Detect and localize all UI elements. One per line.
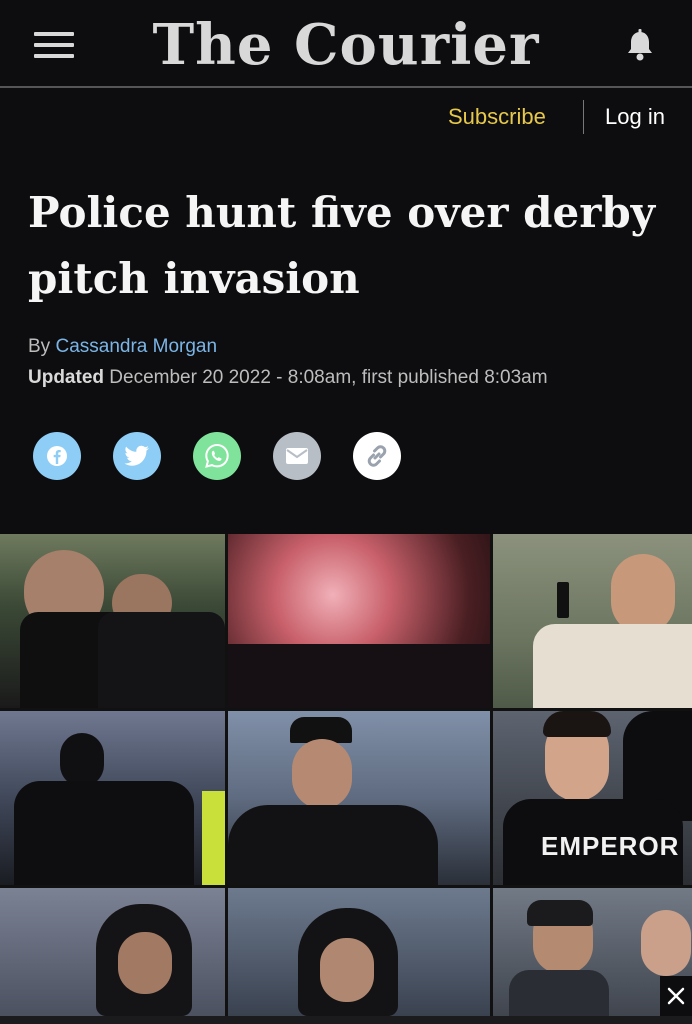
photo-tile xyxy=(228,888,490,1016)
byline-prefix: By xyxy=(28,336,51,357)
photo-tile xyxy=(493,534,692,708)
photo-tile xyxy=(0,534,225,708)
facebook-icon xyxy=(47,446,67,466)
share-twitter-button[interactable] xyxy=(113,432,161,480)
subscribe-link[interactable]: Subscribe xyxy=(448,104,546,130)
copy-link-button[interactable] xyxy=(353,432,401,480)
photo-tile xyxy=(228,711,490,885)
updated-text: December 20 2022 - 8:08am, first publish… xyxy=(109,367,548,388)
photo-tile xyxy=(0,888,225,1016)
byline: By Cassandra Morgan xyxy=(28,336,217,358)
article-headline: Police hunt five over derby pitch invasi… xyxy=(28,188,656,303)
whatsapp-icon xyxy=(205,443,229,468)
account-row: Subscribe Log in xyxy=(0,100,692,136)
login-link[interactable]: Log in xyxy=(605,104,665,130)
photo-tile: EMPEROR xyxy=(493,711,692,885)
updated-label: Updated xyxy=(28,367,104,388)
timestamp: Updated December 20 2022 - 8:08am, first… xyxy=(28,367,548,389)
close-icon[interactable] xyxy=(660,976,692,1016)
shirt-text: EMPEROR xyxy=(541,831,680,861)
twitter-icon xyxy=(124,445,149,466)
bottom-bar xyxy=(0,1016,692,1024)
hero-image-collage[interactable]: EMPEROR xyxy=(0,534,692,1016)
photo-tile xyxy=(228,534,490,708)
photo-tile xyxy=(0,711,225,885)
share-facebook-button[interactable] xyxy=(33,432,81,480)
author-link[interactable]: Cassandra Morgan xyxy=(55,336,217,357)
share-whatsapp-button[interactable] xyxy=(193,432,241,480)
top-bar: The Courier xyxy=(0,0,692,86)
account-divider xyxy=(583,100,584,134)
link-icon xyxy=(367,445,387,467)
email-icon xyxy=(286,448,308,464)
site-logo[interactable]: The Courier xyxy=(0,12,692,78)
share-email-button[interactable] xyxy=(273,432,321,480)
header-divider xyxy=(0,86,692,88)
notification-bell-icon[interactable] xyxy=(622,28,658,64)
